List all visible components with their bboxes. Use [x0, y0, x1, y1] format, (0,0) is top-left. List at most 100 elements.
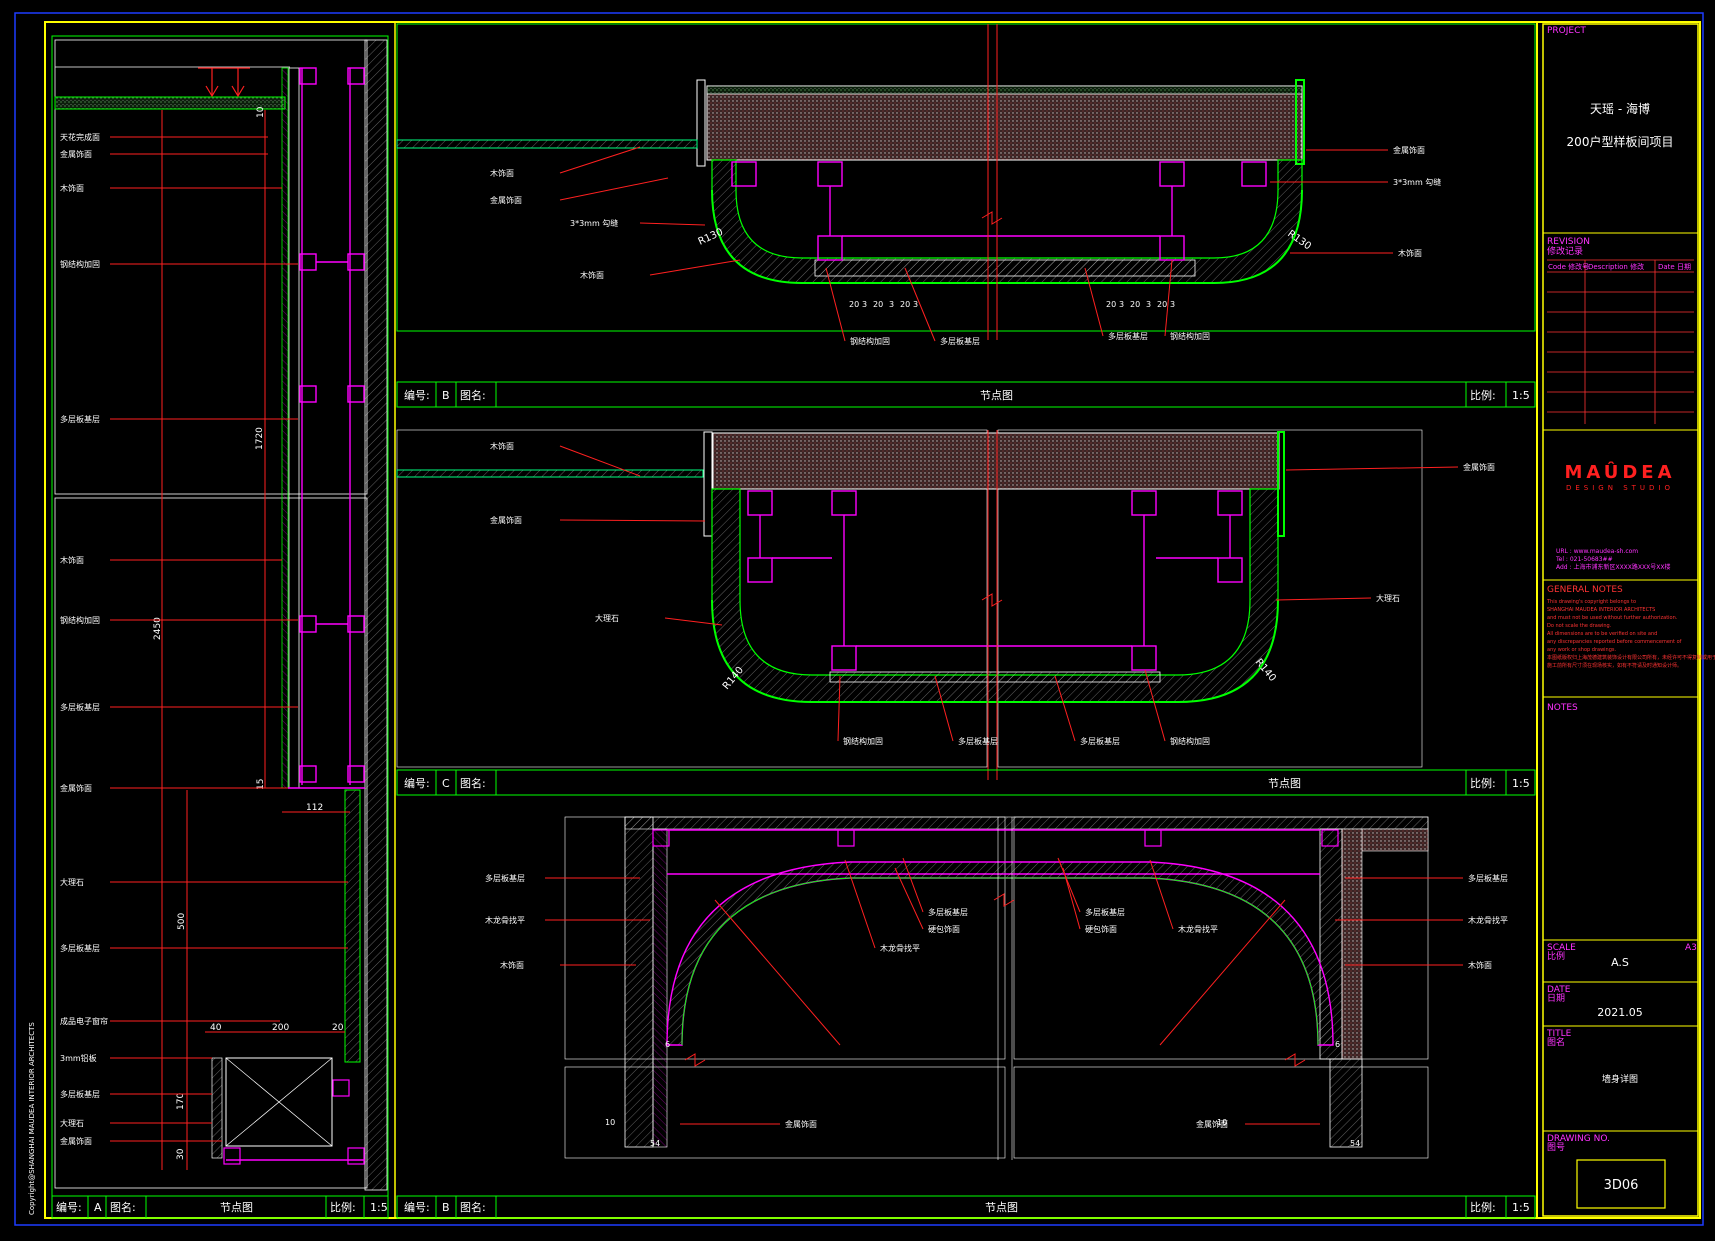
studio-logo-sub: DESIGN STUDIO: [1566, 484, 1674, 492]
strip-b-bottom-name-label: 图名:: [460, 1200, 486, 1214]
strip-b-bottom-scale: 1:5: [1512, 1201, 1530, 1214]
cad-drawing-sheet: Copyright@SHANGHAI MAUDEA INTERIOR ARCHI…: [14, 12, 1715, 1226]
general-note-line-2: and must not be used without further aut…: [1547, 615, 1678, 621]
strip-c-name: 节点图: [1268, 777, 1301, 790]
general-notes-text: This drawing's copyright belongs to SHANG…: [1546, 599, 1715, 669]
arch-frame-node-1: [837, 829, 855, 847]
studio-tel: Tel : 021-50683##: [1555, 556, 1613, 563]
arch-shell: [666, 861, 1334, 1046]
panel-b-plan-section: R130 R130 木饰面金属饰面3*3mm 勾缝木饰面金属饰面3*3mm 勾缝…: [396, 23, 1536, 346]
bottom-plywood-band: [814, 259, 1196, 277]
arch-dim-2: 10: [605, 1118, 615, 1127]
strip-b-top-name-label: 图名:: [460, 388, 486, 402]
arch-mid-label-2: 木龙骨找平: [880, 943, 920, 953]
panel-b-left-label-3: 木饰面: [580, 270, 604, 280]
revision-sub: 修改记录: [1547, 245, 1583, 257]
date-sub: 日期: [1547, 993, 1565, 1004]
panel-b-left-label-0: 木饰面: [490, 168, 514, 178]
revision-label: REVISION: [1547, 237, 1590, 247]
strip-a-code: A: [94, 1201, 102, 1214]
dim-112: 112: [306, 803, 323, 813]
bottom-band-c: [829, 671, 1161, 683]
masonry-wall: [364, 39, 388, 1191]
strip-b-bottom-code: B: [442, 1201, 450, 1214]
strip-c-scale: 1:5: [1512, 777, 1530, 790]
title-sub: 图名: [1547, 1036, 1565, 1048]
panel-b-dim-ticks: 20 3 20 3 20 3 20 3 20 3 20 3: [849, 300, 1175, 309]
drawing-title: 墙身详图: [1602, 1073, 1638, 1085]
arch-dim-0: 54: [650, 1139, 660, 1148]
slab-stone: [706, 85, 1303, 161]
panel-a-label-3: 钢结构加固: [60, 259, 100, 269]
panel-a-label-12: 3mm铝板: [60, 1053, 97, 1063]
wood-panel-left-run: [396, 139, 698, 149]
break-mark-arch-top: [993, 893, 1015, 907]
arch-centre-line-left: [714, 899, 841, 1046]
rev-col-code: Code 修改号: [1548, 262, 1589, 271]
panel-c-bottom-label-0: 钢结构加固: [843, 736, 883, 746]
panel-b-dim-2: 20: [873, 300, 883, 309]
project-name-line2: 200户型样板间项目: [1567, 134, 1674, 149]
panel-a-label-2: 木饰面: [60, 183, 84, 193]
panel-a-label-7: 多层板基层: [60, 702, 100, 712]
panel-a-label-5: 木饰面: [60, 555, 84, 565]
panel-c-left-label-1-leader: [559, 519, 706, 522]
panel-c-plan-section: R140 R140 木饰面金属饰面大理石金属饰面大理石钢结构加固 多层板基层 多层板…: [396, 429, 1495, 780]
panel-c-bottom-label-1: 多层板基层: [958, 736, 998, 746]
notes-label: NOTES: [1547, 703, 1578, 713]
panel-a-dims: [161, 110, 350, 1170]
arch-centre-line-right: [1159, 899, 1286, 1046]
panel-b-dim-0: 20: [849, 300, 859, 309]
left-wall-column: [624, 816, 654, 1148]
panel-a-lower-frame: [54, 497, 368, 1189]
arch-frame-lower-right: [1013, 1066, 1429, 1159]
panel-b-bottom-label-3: 钢结构加固: [1170, 331, 1210, 341]
left-column-finish: [652, 828, 668, 1148]
panel-a-label-10: 多层板基层: [60, 943, 100, 953]
strip-c-code: C: [442, 777, 450, 790]
marble-layer: [344, 789, 361, 1063]
strip-b-top-code-label: 编号:: [404, 388, 430, 402]
metal-trim-left: [696, 79, 706, 167]
right-stone-wall: [1361, 828, 1429, 852]
strip-c: 编号: C 图名: 节点图 比例: 1:5: [396, 769, 1536, 796]
panel-a-label-14: 大理石: [60, 1118, 84, 1128]
title-block: PROJECT 天瑶 - 海博 200户型样板间项目 REVISION 修改记录…: [1542, 23, 1715, 1217]
steel-frame-b: [731, 161, 1267, 261]
arch-left-label-2: 木饰面: [500, 960, 524, 970]
drawing-no: 3D06: [1604, 1178, 1639, 1193]
panel-b-right-label-1: 3*3mm 勾缝: [1393, 177, 1441, 187]
steel-frame-c: [747, 490, 1243, 671]
arch-dim-3: 10: [1217, 1118, 1227, 1127]
panel-b-dim-3: 3: [889, 300, 894, 309]
panel-c-left-label-1: 金属饰面: [490, 515, 522, 525]
panel-a-label-4: 多层板基层: [60, 414, 100, 424]
panel-c-right-label-1: 大理石: [1376, 593, 1400, 603]
strip-b-bottom-name: 节点图: [985, 1201, 1018, 1214]
general-note-line-5: any discrepancies reported before commen…: [1547, 639, 1682, 645]
panel-c-bottom-label-2: 多层板基层: [1080, 736, 1120, 746]
general-note-line-8: 施工前所有尺寸须在现场核实，如有不符请及时通知设计师。: [1547, 662, 1682, 669]
metal-trim-c-right: [1277, 431, 1285, 537]
scale-paper: A3: [1685, 943, 1697, 953]
strip-c-scale-label: 比例:: [1470, 776, 1496, 790]
panel-b-dim-right-0: 20: [1106, 300, 1116, 309]
panel-b-dim-1: 3: [862, 300, 867, 309]
strip-b-top-box: [396, 381, 1536, 408]
steel-frame: [299, 67, 365, 785]
panel-c-right-label-1-leader: [1275, 597, 1372, 601]
panel-b-left-label-0-leader: [559, 146, 641, 174]
panel-c-left-label-0: 木饰面: [490, 441, 514, 451]
curtain-frame-node-c: [223, 1147, 241, 1165]
strip-a-code-label: 编号:: [56, 1200, 82, 1214]
panel-b-left-label-3-leader: [649, 259, 741, 276]
scale-value: A.S: [1611, 956, 1629, 969]
general-notes-label: GENERAL NOTES: [1547, 585, 1623, 595]
strip-a-name: 节点图: [220, 1201, 253, 1214]
general-note-line-6: any work or shop drawings.: [1547, 647, 1616, 653]
revision-table: Code 修改号 Description 修改 Date 日期: [1547, 259, 1694, 424]
copyright-text: Copyright@SHANGHAI MAUDEA INTERIOR ARCHI…: [28, 1022, 36, 1215]
studio-logo: MAÛDEA: [1564, 461, 1675, 483]
general-note-line-1: SHANGHAI MAUDEA INTERIOR ARCHITECTS: [1547, 607, 1655, 613]
right-wall-column: [1341, 828, 1363, 1060]
